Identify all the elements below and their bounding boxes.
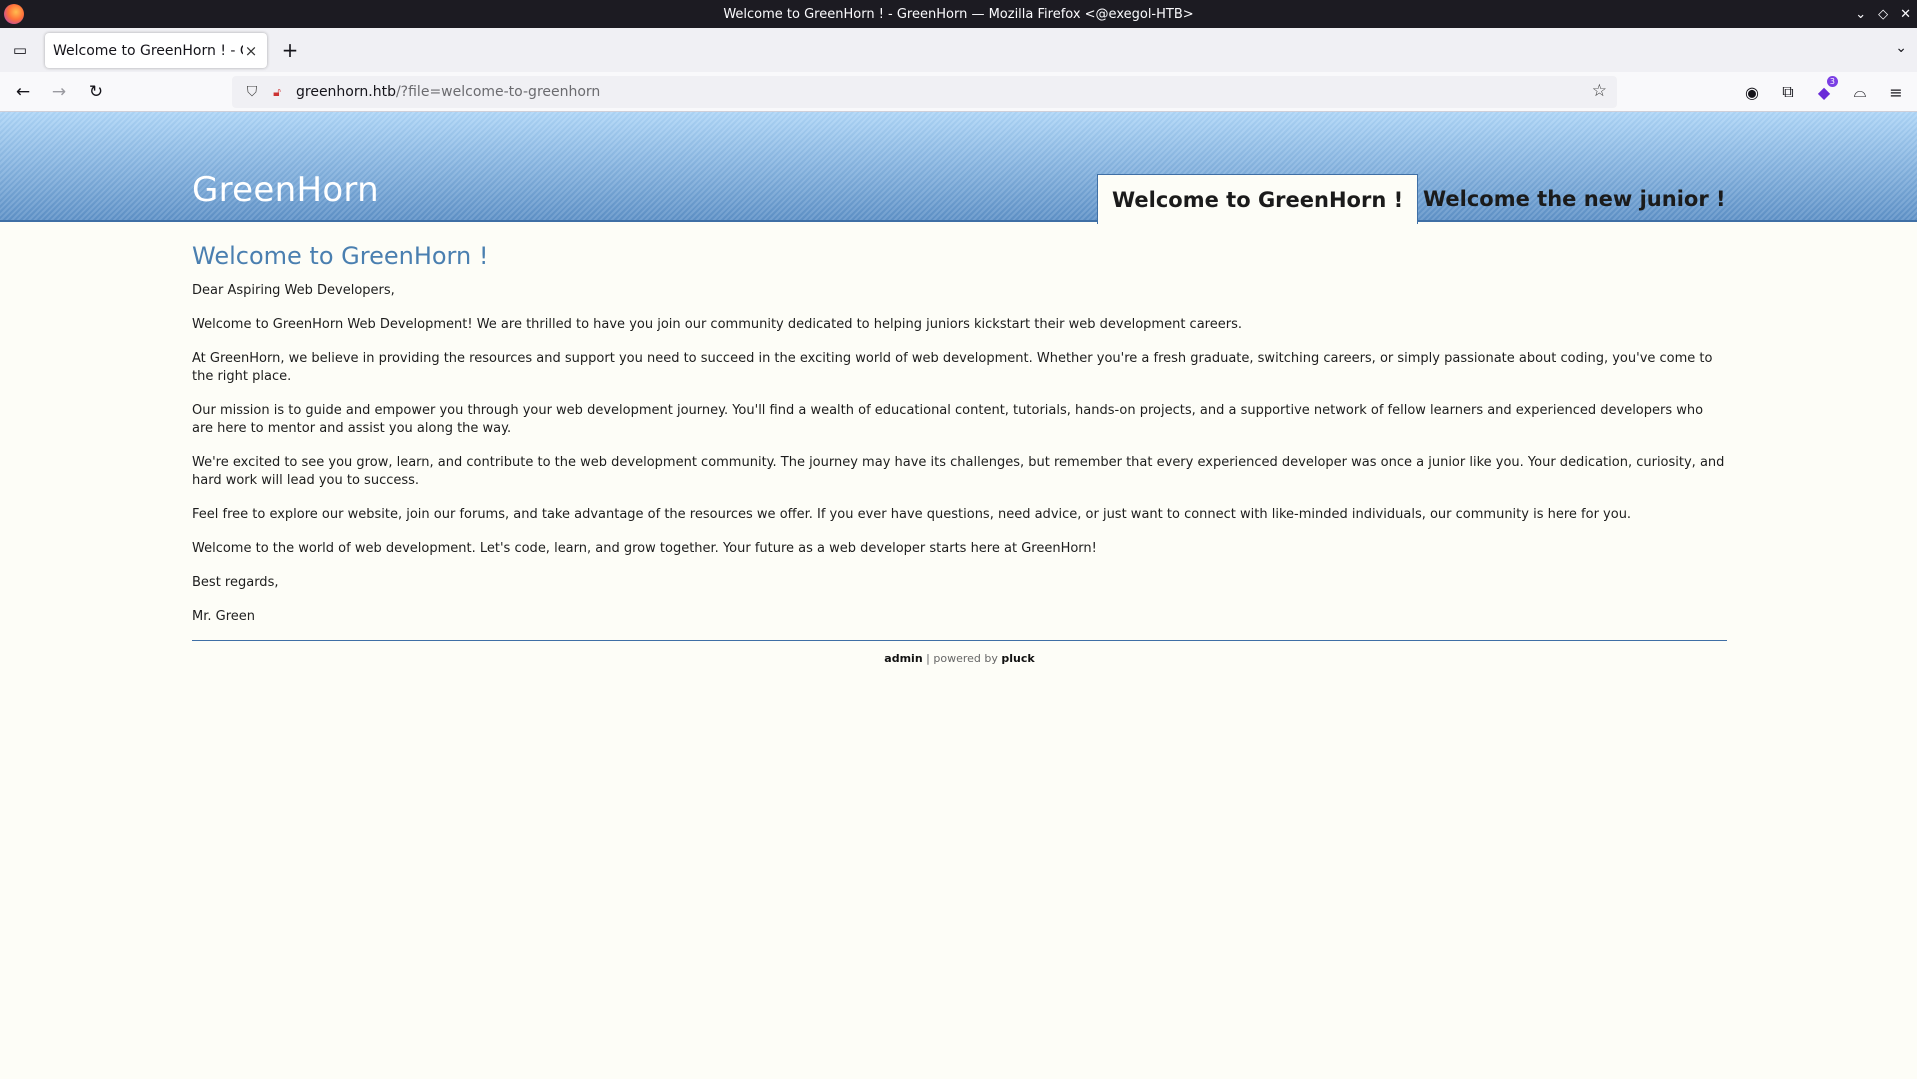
window-controls: ⌄ ◇ ✕ xyxy=(1855,0,1911,28)
pluck-link[interactable]: pluck xyxy=(1001,652,1034,665)
web-page: GreenHorn Welcome to GreenHorn ! Welcome… xyxy=(0,112,1917,1079)
site-footer: admin | powered by pluck xyxy=(192,652,1727,665)
window-title: Welcome to GreenHorn ! - GreenHorn — Moz… xyxy=(723,6,1194,22)
navigation-toolbar: ← → ↻ ⛉ 🔓︎ greenhorn.htb/?file=welcome-t… xyxy=(0,72,1917,112)
paragraph: Mr. Green xyxy=(192,609,256,624)
forward-icon[interactable]: → xyxy=(47,80,71,104)
tab-strip: ▭ Welcome to GreenHorn ! - G × + ⌄ xyxy=(0,28,1917,72)
footer-separator: | powered by xyxy=(922,652,1002,665)
chevron-down-icon[interactable]: ⌄ xyxy=(1895,40,1907,56)
url-path: /?file=welcome-to-greenhorn xyxy=(395,84,601,100)
paragraph: We're excited to see you grow, learn, an… xyxy=(192,455,1725,488)
admin-link[interactable]: admin xyxy=(884,652,922,665)
paragraph: Feel free to explore our website, join o… xyxy=(192,507,1632,522)
insecure-lock-icon[interactable]: 🔓︎ xyxy=(266,85,288,100)
nav-tab-welcome[interactable]: Welcome to GreenHorn ! xyxy=(1097,174,1419,224)
browser-tab[interactable]: Welcome to GreenHorn ! - G × xyxy=(45,33,267,68)
reload-icon[interactable]: ↻ xyxy=(84,80,108,104)
new-tab-icon[interactable]: + xyxy=(278,38,302,62)
url-host: greenhorn.htb xyxy=(296,84,396,100)
back-icon[interactable]: ← xyxy=(11,80,35,104)
minimize-icon[interactable]: ⌄ xyxy=(1855,7,1866,22)
window-titlebar: Welcome to GreenHorn ! - GreenHorn — Moz… xyxy=(0,0,1917,28)
bookmark-star-icon[interactable]: ☆ xyxy=(1592,81,1607,101)
menu-icon[interactable]: ≡ xyxy=(1884,80,1908,104)
paragraph: Our mission is to guide and empower you … xyxy=(192,403,1704,436)
url-bar[interactable]: ⛉ 🔓︎ greenhorn.htb/?file=welcome-to-gree… xyxy=(232,76,1617,108)
paragraph: At GreenHorn, we believe in providing th… xyxy=(192,351,1713,384)
firefox-logo-icon xyxy=(4,4,24,24)
page-title: Welcome to GreenHorn ! xyxy=(192,242,489,270)
paragraph: Welcome to GreenHorn Web Development! We… xyxy=(192,317,1242,332)
paragraph: Welcome to the world of web development.… xyxy=(192,541,1097,556)
extension-hat-icon[interactable]: ⌓ xyxy=(1848,80,1872,104)
site-title[interactable]: GreenHorn xyxy=(192,170,379,210)
close-tab-icon[interactable]: × xyxy=(243,42,259,60)
tab-title: Welcome to GreenHorn ! - G xyxy=(53,42,243,59)
shield-icon[interactable]: ⛉ xyxy=(238,84,266,100)
extensions-icon[interactable]: ⧉ xyxy=(1776,80,1800,104)
maximize-icon[interactable]: ◇ xyxy=(1878,7,1888,22)
close-window-icon[interactable]: ✕ xyxy=(1900,7,1911,22)
extension-purple-icon[interactable]: ◆ 3 xyxy=(1812,76,1838,104)
list-all-tabs-icon[interactable]: ▭ xyxy=(8,38,32,62)
nav-tab-new-junior[interactable]: Welcome the new junior ! xyxy=(1409,174,1740,224)
paragraph: Dear Aspiring Web Developers, xyxy=(192,283,395,298)
main-content: Welcome to GreenHorn ! Dear Aspiring Web… xyxy=(192,242,1727,642)
extension-badge: 3 xyxy=(1826,76,1838,87)
footer-divider xyxy=(192,640,1727,641)
paragraph: Best regards, xyxy=(192,575,279,590)
account-icon[interactable]: ◉ xyxy=(1740,80,1764,104)
site-header: GreenHorn Welcome to GreenHorn ! Welcome… xyxy=(0,112,1917,224)
